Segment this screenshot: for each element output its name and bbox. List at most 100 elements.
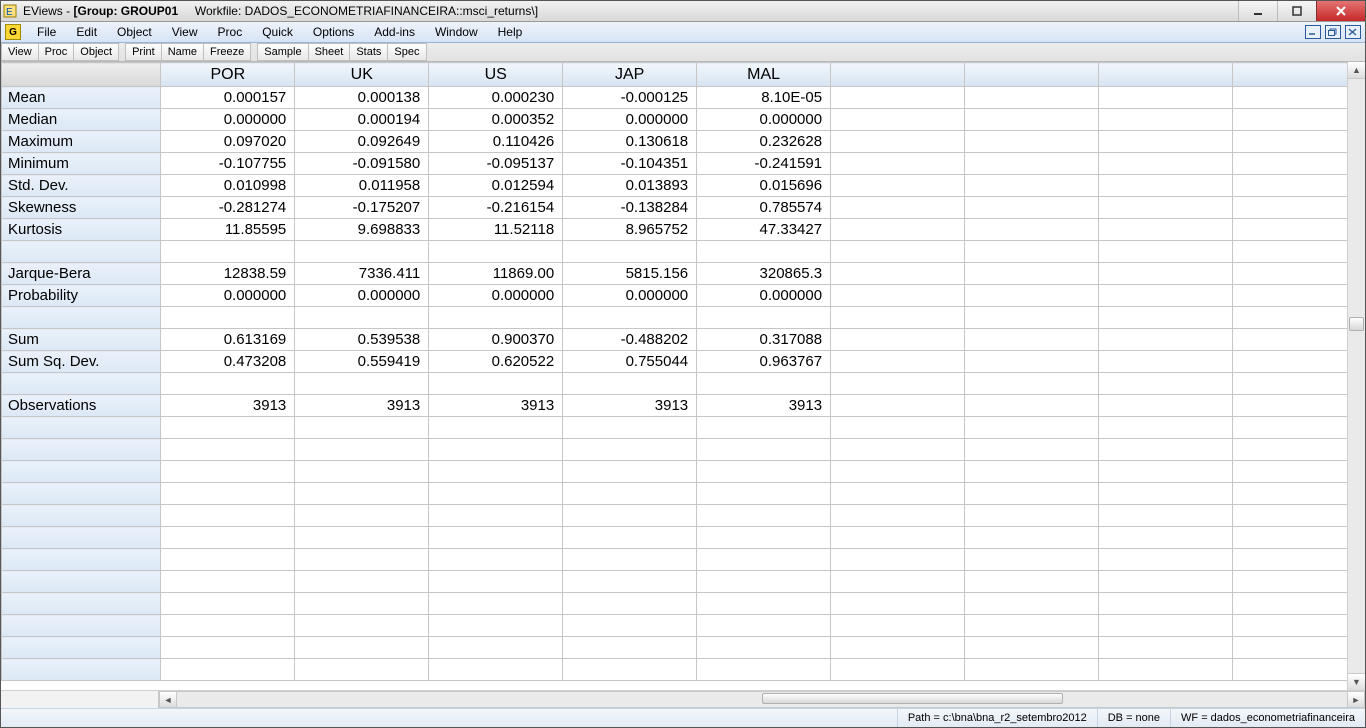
horizontal-scrollbar[interactable]: ◄ ► (159, 691, 1365, 708)
cell[interactable]: 0.110426 (429, 131, 563, 153)
cell-empty[interactable] (1099, 659, 1233, 681)
cell-empty[interactable] (429, 659, 563, 681)
cell-empty[interactable] (161, 637, 295, 659)
cell-empty[interactable] (429, 527, 563, 549)
row-header-empty[interactable] (2, 549, 161, 571)
cell-empty[interactable] (1232, 461, 1365, 483)
cell-empty[interactable] (1099, 549, 1233, 571)
cell[interactable] (295, 373, 429, 395)
cell-empty[interactable] (965, 197, 1099, 219)
menu-view[interactable]: View (162, 22, 208, 42)
cell-empty[interactable] (831, 219, 965, 241)
cell-empty[interactable] (1232, 109, 1365, 131)
cell[interactable]: 5815.156 (563, 263, 697, 285)
menu-object[interactable]: Object (107, 22, 162, 42)
cell-empty[interactable] (429, 505, 563, 527)
cell[interactable]: 0.000000 (563, 285, 697, 307)
cell-empty[interactable] (831, 153, 965, 175)
cell-empty[interactable] (1232, 615, 1365, 637)
cell-empty[interactable] (697, 461, 831, 483)
cell-empty[interactable] (161, 659, 295, 681)
cell-empty[interactable] (831, 87, 965, 109)
scroll-right-arrow-icon[interactable]: ► (1347, 692, 1364, 707)
menu-add-ins[interactable]: Add-ins (364, 22, 425, 42)
cell-empty[interactable] (1099, 439, 1233, 461)
cell-empty[interactable] (965, 109, 1099, 131)
row-header-empty[interactable] (2, 659, 161, 681)
cell[interactable]: 8.965752 (563, 219, 697, 241)
cell-empty[interactable] (1232, 131, 1365, 153)
cell-empty[interactable] (1232, 527, 1365, 549)
cell-empty[interactable] (831, 461, 965, 483)
cell[interactable]: 0.000000 (563, 109, 697, 131)
cell-empty[interactable] (161, 615, 295, 637)
cell[interactable]: 11.85595 (161, 219, 295, 241)
cell[interactable]: 0.620522 (429, 351, 563, 373)
cell-empty[interactable] (161, 439, 295, 461)
cell-empty[interactable] (831, 307, 965, 329)
cell-empty[interactable] (1099, 153, 1233, 175)
cell-empty[interactable] (1232, 329, 1365, 351)
cell[interactable]: 0.000000 (697, 109, 831, 131)
cell[interactable]: -0.241591 (697, 153, 831, 175)
cell-empty[interactable] (965, 527, 1099, 549)
cell-empty[interactable] (429, 483, 563, 505)
cell-empty[interactable] (1232, 175, 1365, 197)
cell-empty[interactable] (1099, 241, 1233, 263)
cell-empty[interactable] (1232, 219, 1365, 241)
toolbar-print-button[interactable]: Print (125, 43, 162, 61)
cell[interactable]: 0.963767 (697, 351, 831, 373)
cell[interactable]: 9.698833 (295, 219, 429, 241)
cell-empty[interactable] (1099, 197, 1233, 219)
mdi-close-button[interactable] (1345, 25, 1361, 39)
cell-empty[interactable] (965, 175, 1099, 197)
row-header-empty[interactable] (2, 571, 161, 593)
cell-empty[interactable] (563, 571, 697, 593)
row-header-empty[interactable] (2, 527, 161, 549)
toolbar-sample-button[interactable]: Sample (257, 43, 308, 61)
cell-empty[interactable] (1099, 329, 1233, 351)
cell-empty[interactable] (1099, 571, 1233, 593)
cell-empty[interactable] (295, 571, 429, 593)
cell-empty[interactable] (429, 439, 563, 461)
cell[interactable]: 0.000000 (161, 285, 295, 307)
cell-empty[interactable] (1099, 285, 1233, 307)
cell-empty[interactable] (563, 417, 697, 439)
cell-empty[interactable] (563, 505, 697, 527)
row-header[interactable] (2, 373, 161, 395)
cell[interactable]: 3913 (161, 395, 295, 417)
cell[interactable]: 0.010998 (161, 175, 295, 197)
cell-empty[interactable] (697, 483, 831, 505)
cell[interactable]: -0.281274 (161, 197, 295, 219)
cell-empty[interactable] (831, 571, 965, 593)
cell-empty[interactable] (1099, 175, 1233, 197)
cell[interactable] (429, 373, 563, 395)
cell-empty[interactable] (965, 285, 1099, 307)
cell-empty[interactable] (965, 263, 1099, 285)
cell[interactable]: 0.785574 (697, 197, 831, 219)
cell[interactable]: -0.104351 (563, 153, 697, 175)
menu-quick[interactable]: Quick (252, 22, 303, 42)
cell[interactable]: 0.900370 (429, 329, 563, 351)
cell-empty[interactable] (965, 439, 1099, 461)
cell-empty[interactable] (1099, 615, 1233, 637)
cell-empty[interactable] (563, 659, 697, 681)
column-header-jap[interactable]: JAP (563, 63, 697, 87)
toolbar-object-button[interactable]: Object (74, 43, 119, 61)
mdi-restore-button[interactable] (1325, 25, 1341, 39)
menu-help[interactable]: Help (488, 22, 533, 42)
cell[interactable]: 0.000000 (697, 285, 831, 307)
column-header-mal[interactable]: MAL (697, 63, 831, 87)
cell-empty[interactable] (831, 417, 965, 439)
scroll-thumb[interactable] (1349, 317, 1364, 331)
cell[interactable]: 0.013893 (563, 175, 697, 197)
cell[interactable]: 11869.00 (429, 263, 563, 285)
row-header[interactable] (2, 241, 161, 263)
cell[interactable] (697, 241, 831, 263)
cell[interactable]: 7336.411 (295, 263, 429, 285)
cell-empty[interactable] (965, 637, 1099, 659)
cell-empty[interactable] (965, 87, 1099, 109)
cell[interactable]: -0.488202 (563, 329, 697, 351)
cell-empty[interactable] (295, 593, 429, 615)
cell-empty[interactable] (161, 571, 295, 593)
